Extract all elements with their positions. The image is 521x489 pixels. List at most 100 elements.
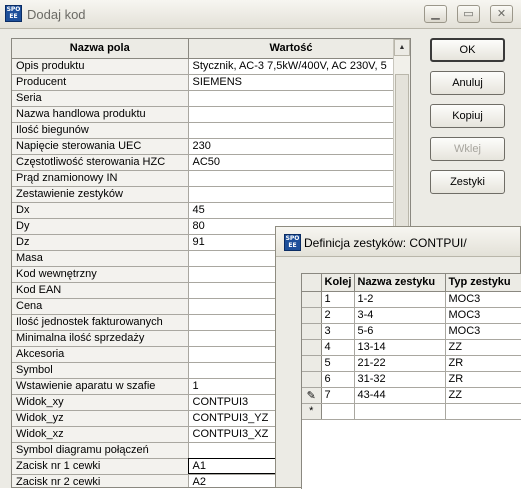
contacts-button[interactable]: Zestyki (430, 170, 505, 194)
contact-type-cell[interactable]: ZZ▼ (445, 387, 521, 404)
title-bar[interactable]: SPO EE Dodaj kod ▁ ▭ ✕ (0, 0, 521, 29)
property-name-cell: Cena (12, 298, 189, 315)
paste-button[interactable]: Wklej (430, 137, 505, 161)
table-row[interactable]: 4 13-14 ZZ (302, 339, 521, 356)
contact-type-cell-text: ZZ (448, 341, 462, 353)
copy-button[interactable]: Kopiuj (430, 104, 505, 128)
property-value-cell[interactable] (188, 170, 395, 187)
contacts-grid[interactable]: Kolej Nazwa zestyku Typ zestyku 1 1-2 MOC3… (301, 273, 521, 489)
property-name-cell: Ilość biegunów (12, 122, 189, 139)
property-value-cell[interactable] (188, 186, 395, 203)
column-header-contact-name[interactable]: Nazwa zestyku (354, 274, 446, 292)
contact-type-cell[interactable]: ZR (445, 355, 521, 372)
contact-order-cell-text: 7 (324, 389, 331, 401)
contact-name-cell[interactable]: 21-22 (354, 355, 446, 372)
table-row[interactable]: ✎7 43-44 ZZ▼ (302, 387, 521, 404)
property-value-cell[interactable] (188, 106, 395, 123)
contact-name-cell[interactable]: 3-4 (354, 307, 446, 324)
contact-name-cell-text: 3-4 (357, 309, 374, 321)
child-window-title: Definicja zestyków: CONTPUI/ (304, 236, 467, 250)
row-selector[interactable] (302, 355, 322, 372)
contact-order-cell[interactable]: 6 (321, 371, 355, 388)
table-row[interactable]: 2 3-4 MOC3 (302, 307, 521, 324)
table-row[interactable]: Prąd znamionowy IN (12, 170, 395, 187)
property-name-cell: Nazwa handlowa produktu (12, 106, 189, 123)
table-row[interactable]: Zestawienie zestyków (12, 186, 395, 203)
property-name-cell: Zacisk nr 1 cewki (12, 458, 189, 475)
row-selector[interactable] (302, 291, 322, 308)
property-name-cell: Prąd znamionowy IN (12, 170, 189, 187)
contact-name-cell[interactable]: 1-2 (354, 291, 446, 308)
column-header-name[interactable]: Nazwa pola (12, 39, 189, 59)
property-name-cell: Napięcie sterowania UEC (12, 138, 189, 155)
property-value-cell[interactable]: 45 (188, 202, 395, 219)
row-selector[interactable] (302, 371, 322, 388)
column-header-value[interactable]: Wartość (188, 39, 395, 59)
contact-name-cell-text: 43-44 (357, 389, 386, 401)
minimize-icon: ▁ (431, 8, 440, 20)
contact-order-cell[interactable]: 5 (321, 355, 355, 372)
contact-type-cell[interactable]: MOC3 (445, 307, 521, 324)
property-name-cell: Dx (12, 202, 189, 219)
contact-order-cell[interactable]: 1 (321, 291, 355, 308)
contact-type-cell[interactable]: MOC3 (445, 291, 521, 308)
contact-type-cell[interactable]: MOC3 (445, 323, 521, 340)
property-name-cell: Kod wewnętrzny (12, 266, 189, 283)
row-selector[interactable] (302, 339, 322, 356)
contact-order-cell-text: 5 (324, 357, 331, 369)
minimize-button[interactable]: ▁ (424, 5, 447, 23)
table-row[interactable]: Producent SIEMENS (12, 74, 395, 91)
contact-type-cell-text: ZR (448, 373, 464, 385)
column-header-contact-type[interactable]: Typ zestyku (445, 274, 521, 292)
table-row[interactable]: Nazwa handlowa produktu (12, 106, 395, 123)
contact-type-cell[interactable]: ZR (445, 371, 521, 388)
ok-button[interactable]: OK (430, 38, 505, 62)
table-row[interactable]: Opis produktu Stycznik, AC-3 7,5kW/400V, … (12, 58, 395, 75)
edit-pencil-icon[interactable]: ✎ (302, 387, 322, 404)
table-row[interactable]: Częstotliwość sterowania HZC AC50 (12, 154, 395, 171)
column-header-order[interactable]: Kolej (321, 274, 355, 292)
contact-order-cell[interactable]: 2 (321, 307, 355, 324)
new-row-cell[interactable] (354, 403, 446, 420)
maximize-button[interactable]: ▭ (457, 5, 480, 23)
cancel-button[interactable]: Anuluj (430, 71, 505, 95)
table-row[interactable]: 5 21-22 ZR (302, 355, 521, 372)
contact-type-cell-text: ZZ (448, 388, 462, 401)
contact-order-cell[interactable]: 7 (321, 387, 355, 404)
table-row[interactable]: Seria (12, 90, 395, 107)
table-row[interactable]: 1 1-2 MOC3 (302, 291, 521, 308)
property-value-cell[interactable]: Stycznik, AC-3 7,5kW/400V, AC 230V, 5 (188, 58, 395, 75)
scroll-up-arrow-icon[interactable]: ▲ (394, 39, 410, 56)
property-name-cell: Częstotliwość sterowania HZC (12, 154, 189, 171)
property-value-cell[interactable]: 230 (188, 138, 395, 155)
contact-name-cell[interactable]: 13-14 (354, 339, 446, 356)
table-row[interactable]: 3 5-6 MOC3 (302, 323, 521, 340)
table-row[interactable]: Dx 45 (12, 202, 395, 219)
table-row[interactable]: Napięcie sterowania UEC 230 (12, 138, 395, 155)
contact-name-cell[interactable]: 43-44 (354, 387, 446, 404)
new-row[interactable]: * (302, 403, 521, 420)
property-name-cell: Symbol (12, 362, 189, 379)
table-row[interactable]: 6 31-32 ZR (302, 371, 521, 388)
main-window: SPO EE Dodaj kod ▁ ▭ ✕ Nazwa pola Wartość… (0, 0, 521, 489)
new-row-cell[interactable] (445, 403, 521, 420)
property-value-cell[interactable] (188, 122, 395, 139)
contact-order-cell[interactable]: 3 (321, 323, 355, 340)
child-app-icon: SPO EE (284, 234, 301, 251)
close-button[interactable]: ✕ (490, 5, 513, 23)
row-selector[interactable] (302, 307, 322, 324)
child-title-bar[interactable]: SPO EE Definicja zestyków: CONTPUI/ (276, 227, 520, 257)
contact-name-cell[interactable]: 5-6 (354, 323, 446, 340)
contact-type-cell[interactable]: ZZ (445, 339, 521, 356)
contact-type-cell-text: MOC3 (448, 293, 481, 305)
property-value-cell[interactable] (188, 90, 395, 107)
new-row-cell[interactable] (321, 403, 355, 420)
row-selector[interactable] (302, 323, 322, 340)
contact-name-cell[interactable]: 31-32 (354, 371, 446, 388)
contact-order-cell[interactable]: 4 (321, 339, 355, 356)
table-row[interactable]: Ilość biegunów (12, 122, 395, 139)
property-value-cell[interactable]: SIEMENS (188, 74, 395, 91)
property-value-cell[interactable]: AC50 (188, 154, 395, 171)
property-name-cell: Widok_xz (12, 426, 189, 443)
contact-type-cell-text: MOC3 (448, 309, 481, 321)
